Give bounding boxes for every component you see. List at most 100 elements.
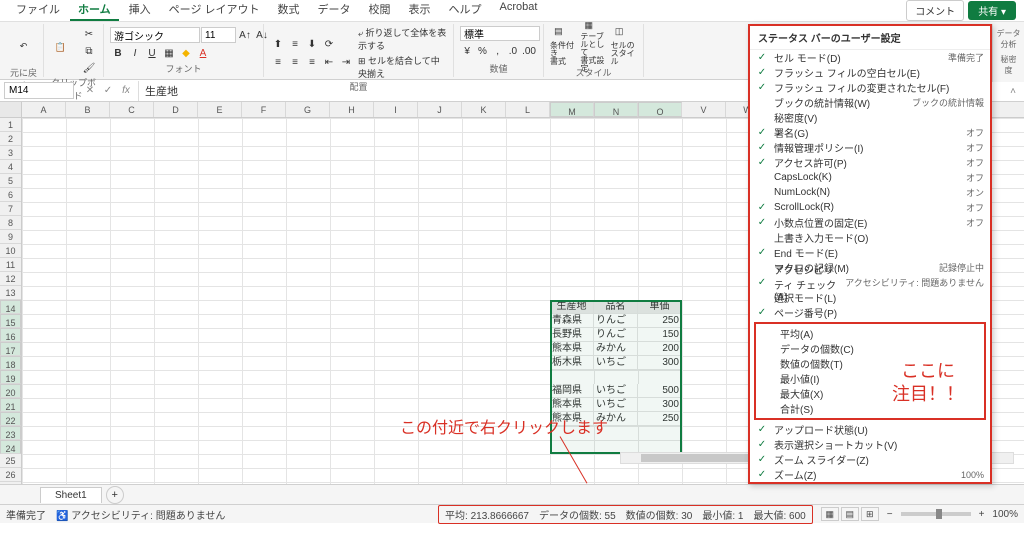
row-header-4[interactable]: 4 (0, 160, 21, 174)
row-header-7[interactable]: 7 (0, 202, 21, 216)
cell[interactable]: 品名 (594, 300, 638, 314)
row-header-24[interactable]: 24 (0, 440, 21, 454)
row-header-19[interactable]: 19 (0, 370, 21, 384)
cell[interactable]: 300 (638, 398, 682, 412)
row-header-16[interactable]: 16 (0, 328, 21, 342)
new-sheet-button[interactable]: + (106, 486, 124, 504)
align-top-button[interactable]: ⬆ (270, 36, 286, 52)
cell[interactable]: 青森県 (550, 314, 594, 328)
col-header-H[interactable]: H (330, 102, 374, 117)
font-name-select[interactable] (110, 27, 200, 43)
col-header-B[interactable]: B (66, 102, 110, 117)
context-menu-item[interactable]: 秘密度(V) (750, 110, 990, 125)
data-analysis-button[interactable]: データ 分析 (997, 28, 1021, 50)
row-header-25[interactable]: 25 (0, 454, 21, 468)
indent-inc-button[interactable]: ⇥ (338, 54, 354, 70)
context-menu-item[interactable]: ✓アップロード状態(U) (750, 422, 990, 437)
row-header-26[interactable]: 26 (0, 468, 21, 482)
col-header-G[interactable]: G (286, 102, 330, 117)
tab-データ[interactable]: データ (310, 0, 359, 21)
normal-view-button[interactable]: ▦ (821, 507, 839, 521)
align-right-button[interactable]: ≡ (304, 54, 320, 70)
context-menu-item[interactable]: ✓フラッシュ フィルの変更されたセル(F) (750, 80, 990, 95)
percent-button[interactable]: % (475, 43, 489, 59)
cell[interactable]: いちご (594, 384, 638, 398)
sensitivity-button[interactable]: 秘密 度 (1001, 54, 1017, 76)
context-menu-item[interactable]: ✓ズーム(Z)100% (750, 467, 990, 482)
number-format-select[interactable] (460, 26, 540, 41)
col-header-N[interactable]: N (594, 102, 638, 117)
context-menu-item[interactable]: ✓小数点位置の固定(E)オフ (750, 215, 990, 230)
undo-button[interactable]: ↶ (10, 26, 37, 66)
row-header-3[interactable]: 3 (0, 146, 21, 160)
page-layout-view-button[interactable]: ▤ (841, 507, 859, 521)
bold-button[interactable]: B (110, 45, 126, 61)
orientation-button[interactable]: ⟳ (321, 36, 337, 52)
cell[interactable]: いちご (594, 356, 638, 370)
format-as-table-button[interactable]: ▦テーブルとして 書式設定 (580, 26, 606, 66)
tab-Acrobat[interactable]: Acrobat (492, 0, 546, 21)
tab-ページ レイアウト[interactable]: ページ レイアウト (161, 0, 268, 21)
paste-button[interactable]: 📋 (50, 31, 77, 71)
wrap-text-button[interactable]: ⤶ 折り返して全体を表示する (358, 26, 447, 52)
comments-button[interactable]: コメント (906, 0, 964, 21)
context-menu-item[interactable]: 平均(A) (756, 326, 984, 341)
col-header-I[interactable]: I (374, 102, 418, 117)
cell[interactable]: 単価 (638, 300, 682, 314)
underline-button[interactable]: U (144, 45, 160, 61)
col-header-K[interactable]: K (462, 102, 506, 117)
cell[interactable]: 熊本県 (550, 342, 594, 356)
font-size-select[interactable] (201, 27, 236, 43)
col-header-C[interactable]: C (110, 102, 154, 117)
collapse-ribbon-button[interactable]: ˄ (1010, 86, 1016, 97)
sheet-tab-active[interactable]: Sheet1 (40, 487, 102, 503)
zoom-out-button[interactable]: − (887, 509, 893, 520)
row-header-12[interactable]: 12 (0, 272, 21, 286)
context-menu-item[interactable]: ✓署名(G)オフ (750, 125, 990, 140)
col-header-L[interactable]: L (506, 102, 550, 117)
align-bottom-button[interactable]: ⬇ (304, 36, 320, 52)
cell[interactable]: 250 (638, 314, 682, 328)
cell[interactable]: 250 (638, 412, 682, 426)
col-header-D[interactable]: D (154, 102, 198, 117)
row-header-22[interactable]: 22 (0, 412, 21, 426)
context-menu-item[interactable]: ✓セル モード(D)準備完了 (750, 50, 990, 65)
cell[interactable]: 生産地 (550, 300, 594, 314)
zoom-level[interactable]: 100% (992, 509, 1018, 520)
context-menu-item[interactable]: NumLock(N)オン (750, 185, 990, 200)
row-header-23[interactable]: 23 (0, 426, 21, 440)
col-header-M[interactable]: M (550, 102, 594, 117)
currency-button[interactable]: ¥ (460, 43, 474, 59)
tab-ファイル[interactable]: ファイル (8, 0, 68, 21)
cell[interactable]: 熊本県 (550, 398, 594, 412)
share-button[interactable]: 共有 ▾ (968, 1, 1016, 20)
row-header-20[interactable]: 20 (0, 384, 21, 398)
context-menu-item[interactable]: 上書き入力モード(O) (750, 230, 990, 245)
cell[interactable]: 福岡県 (550, 384, 594, 398)
conditional-format-button[interactable]: ▤条件付き 書式 (550, 26, 576, 66)
cell[interactable]: りんご (594, 314, 638, 328)
dec-decimal-button[interactable]: .00 (521, 43, 537, 59)
italic-button[interactable]: I (127, 45, 143, 61)
context-menu-item[interactable]: ✓ページ番号(P) (750, 305, 990, 320)
context-menu-item[interactable]: ✓ScrollLock(R)オフ (750, 200, 990, 215)
context-menu-item[interactable]: データの個数(C) (756, 341, 984, 356)
cell[interactable]: みかん (594, 412, 638, 426)
row-header-6[interactable]: 6 (0, 188, 21, 202)
cell[interactable]: 長野県 (550, 328, 594, 342)
cancel-formula-button[interactable]: ✕ (82, 85, 98, 96)
tab-数式[interactable]: 数式 (270, 0, 308, 21)
fill-color-button[interactable]: ◆ (178, 45, 194, 61)
col-header-A[interactable]: A (22, 102, 66, 117)
context-menu-item[interactable]: ✓フラッシュ フィルの空白セル(E) (750, 65, 990, 80)
align-middle-button[interactable]: ≡ (287, 36, 303, 52)
copy-button[interactable]: ⧉ (81, 43, 97, 59)
cell[interactable]: 200 (638, 342, 682, 356)
row-header-21[interactable]: 21 (0, 398, 21, 412)
context-menu-item[interactable]: ✓ズーム スライダー(Z) (750, 452, 990, 467)
indent-dec-button[interactable]: ⇤ (321, 54, 337, 70)
tab-表示[interactable]: 表示 (401, 0, 439, 21)
tab-ヘルプ[interactable]: ヘルプ (441, 0, 490, 21)
col-header-E[interactable]: E (198, 102, 242, 117)
cell[interactable]: 150 (638, 328, 682, 342)
